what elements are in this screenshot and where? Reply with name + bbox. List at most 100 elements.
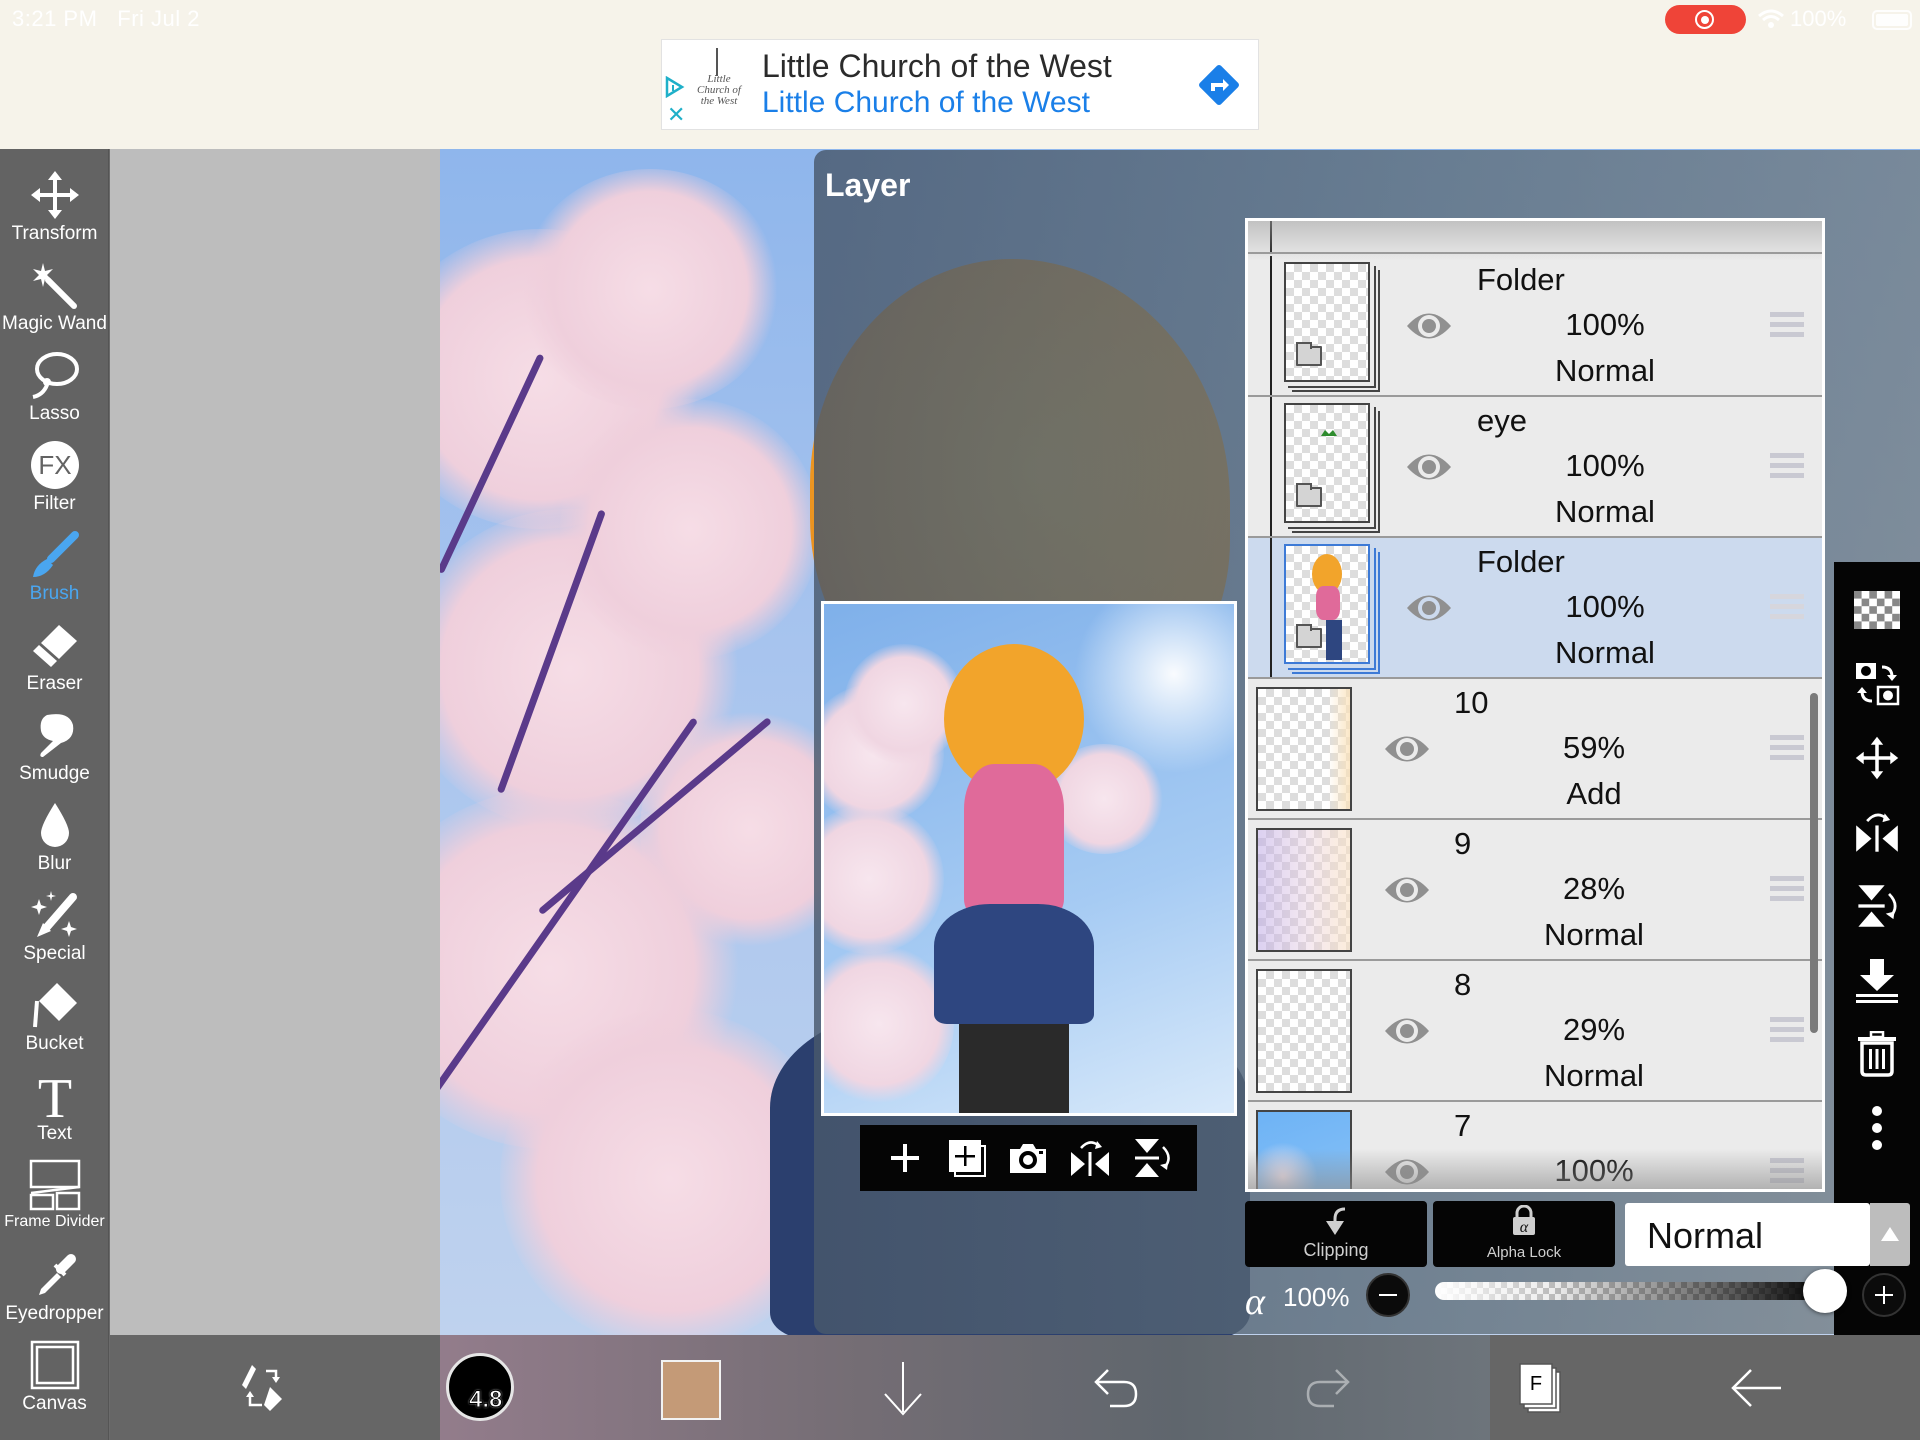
sparkle-pen-icon: [30, 891, 77, 937]
move-layer-button[interactable]: [1851, 732, 1903, 784]
alpha-slider-track[interactable]: [1435, 1282, 1825, 1300]
tool-smudge[interactable]: Smudge: [0, 709, 109, 785]
checkerboard-icon: [1854, 591, 1900, 629]
tool-frame-divider[interactable]: Frame Divider: [0, 1159, 109, 1231]
layer-row[interactable]: Normal: [1248, 221, 1822, 254]
alpha-slider-thumb[interactable]: [1803, 1269, 1847, 1313]
screen-recording-indicator[interactable]: [1665, 5, 1746, 34]
brush-icon: [32, 531, 79, 577]
wifi-icon: [1758, 9, 1784, 28]
trash-icon: [1858, 1031, 1896, 1077]
folder-icon: [1296, 483, 1322, 507]
blend-mode-value: Normal: [1647, 1215, 1764, 1256]
brush-size-button[interactable]: 4.8: [446, 1353, 514, 1421]
tool-text[interactable]: T Text: [0, 1069, 109, 1145]
tool-transform[interactable]: Transform: [0, 169, 109, 245]
blend-mode-select[interactable]: Normal: [1625, 1203, 1870, 1266]
move-down-button[interactable]: [868, 1353, 938, 1423]
transparent-fill-button[interactable]: [1851, 584, 1903, 636]
undo-icon: [1094, 1369, 1138, 1408]
alpha-decrease-button[interactable]: [1366, 1273, 1410, 1317]
blend-mode-dropdown-arrow[interactable]: [1870, 1203, 1910, 1266]
back-button[interactable]: [1722, 1353, 1792, 1423]
battery-icon: [1872, 10, 1912, 30]
tool-lasso[interactable]: Lasso: [0, 349, 109, 425]
flip-horizontal-button[interactable]: [1068, 1136, 1112, 1180]
drag-handle-icon[interactable]: [1770, 312, 1804, 338]
ad-close-icon[interactable]: ✕: [667, 104, 685, 126]
tool-filter[interactable]: FX Filter: [0, 439, 109, 515]
alpha-lock-button[interactable]: α Alpha Lock: [1433, 1201, 1615, 1267]
ibispaint-app: Transform Magic Wand Lasso FX Filter Bru…: [0, 149, 1920, 1440]
layer-row-7[interactable]: 7 100%: [1248, 1102, 1822, 1189]
ad-title[interactable]: Little Church of the West: [762, 48, 1112, 85]
flip-horizontal-icon: [1071, 1141, 1110, 1176]
layer-opacity: 100%: [1554, 1153, 1634, 1188]
layer-row-9[interactable]: 9 28% Normal: [1248, 820, 1822, 961]
ad-subtitle[interactable]: Little Church of the West: [762, 86, 1090, 120]
layer-row-folder-selected[interactable]: Folder 100% Normal: [1248, 538, 1822, 679]
import-photo-button[interactable]: [1006, 1136, 1050, 1180]
layer-row-8[interactable]: 8 29% Normal: [1248, 961, 1822, 1102]
more-options-button[interactable]: [1851, 1102, 1903, 1154]
visibility-eye-icon[interactable]: [1405, 591, 1453, 625]
flip-layer-horizontal-button[interactable]: [1851, 806, 1903, 858]
drag-handle-icon[interactable]: [1770, 453, 1804, 479]
layer-row-eye[interactable]: eye 100% Normal: [1248, 397, 1822, 538]
tool-bucket[interactable]: Bucket: [0, 979, 109, 1055]
drag-handle-icon[interactable]: [1770, 1017, 1804, 1043]
drag-handle-icon[interactable]: [1770, 594, 1804, 620]
flip-layer-vertical-button[interactable]: [1851, 880, 1903, 932]
tool-blur[interactable]: Blur: [0, 799, 109, 875]
clipping-button[interactable]: Clipping: [1245, 1201, 1427, 1267]
visibility-eye-icon[interactable]: [1383, 1014, 1431, 1048]
alpha-increase-button[interactable]: [1862, 1273, 1906, 1317]
layers-f-icon: F: [1519, 1363, 1561, 1413]
color-swatch-button[interactable]: [661, 1360, 721, 1420]
merge-down-button[interactable]: [1851, 954, 1903, 1006]
delete-layer-button[interactable]: [1851, 1028, 1903, 1080]
undo-button[interactable]: [1080, 1353, 1150, 1423]
visibility-eye-icon[interactable]: [1405, 309, 1453, 343]
lock-alpha-icon: α: [1513, 1205, 1535, 1236]
flip-vertical-button[interactable]: [1130, 1136, 1174, 1180]
layer-list[interactable]: Normal Folder 100% Normal eye 100% Norma…: [1245, 218, 1825, 1192]
swap-layers-button[interactable]: [1851, 658, 1903, 710]
flip-horizontal-icon: [1856, 813, 1898, 852]
ad-choices-icon[interactable]: [665, 76, 685, 98]
ad-banner[interactable]: ✕ Little Church of the West Little Churc…: [661, 39, 1259, 130]
drag-handle-icon[interactable]: [1770, 1158, 1804, 1184]
tool-eraser[interactable]: Eraser: [0, 619, 109, 695]
clipping-arrow-icon: [1326, 1207, 1346, 1235]
layer-canvas-preview[interactable]: [821, 601, 1237, 1116]
redo-button[interactable]: [1294, 1353, 1364, 1423]
drag-handle-icon[interactable]: [1770, 735, 1804, 761]
tool-canvas[interactable]: Canvas: [0, 1339, 109, 1415]
layer-name: 10: [1454, 685, 1489, 720]
alpha-value: 100%: [1283, 1282, 1350, 1312]
move-arrows-icon: [30, 171, 79, 219]
left-toolbar: Transform Magic Wand Lasso FX Filter Bru…: [0, 149, 109, 1440]
visibility-eye-icon[interactable]: [1383, 1155, 1431, 1189]
directions-icon[interactable]: [1195, 61, 1243, 109]
eyedropper-icon: [38, 1254, 76, 1295]
tool-magic-wand[interactable]: Magic Wand: [0, 259, 109, 335]
layer-blend-mode: Add: [1566, 776, 1622, 811]
droplet-icon: [40, 803, 69, 847]
quick-tool-swap-button[interactable]: [232, 1353, 302, 1423]
visibility-eye-icon[interactable]: [1383, 732, 1431, 766]
layers-button[interactable]: F: [1506, 1353, 1576, 1423]
tool-special[interactable]: Special: [0, 889, 109, 965]
folder-icon: [1296, 342, 1322, 366]
visibility-eye-icon[interactable]: [1383, 873, 1431, 907]
layer-row-folder[interactable]: Folder 100% Normal: [1248, 256, 1822, 397]
tool-brush[interactable]: Brush: [0, 529, 109, 605]
layer-list-scrollbar[interactable]: [1810, 693, 1818, 1033]
tool-eyedropper[interactable]: Eyedropper: [0, 1249, 109, 1325]
layer-row-10[interactable]: 10 59% Add: [1248, 679, 1822, 820]
duplicate-layer-button[interactable]: [945, 1136, 989, 1180]
brush-size-value: 4.8: [468, 1386, 503, 1414]
visibility-eye-icon[interactable]: [1405, 450, 1453, 484]
drag-handle-icon[interactable]: [1770, 876, 1804, 902]
add-layer-button[interactable]: [883, 1136, 927, 1180]
